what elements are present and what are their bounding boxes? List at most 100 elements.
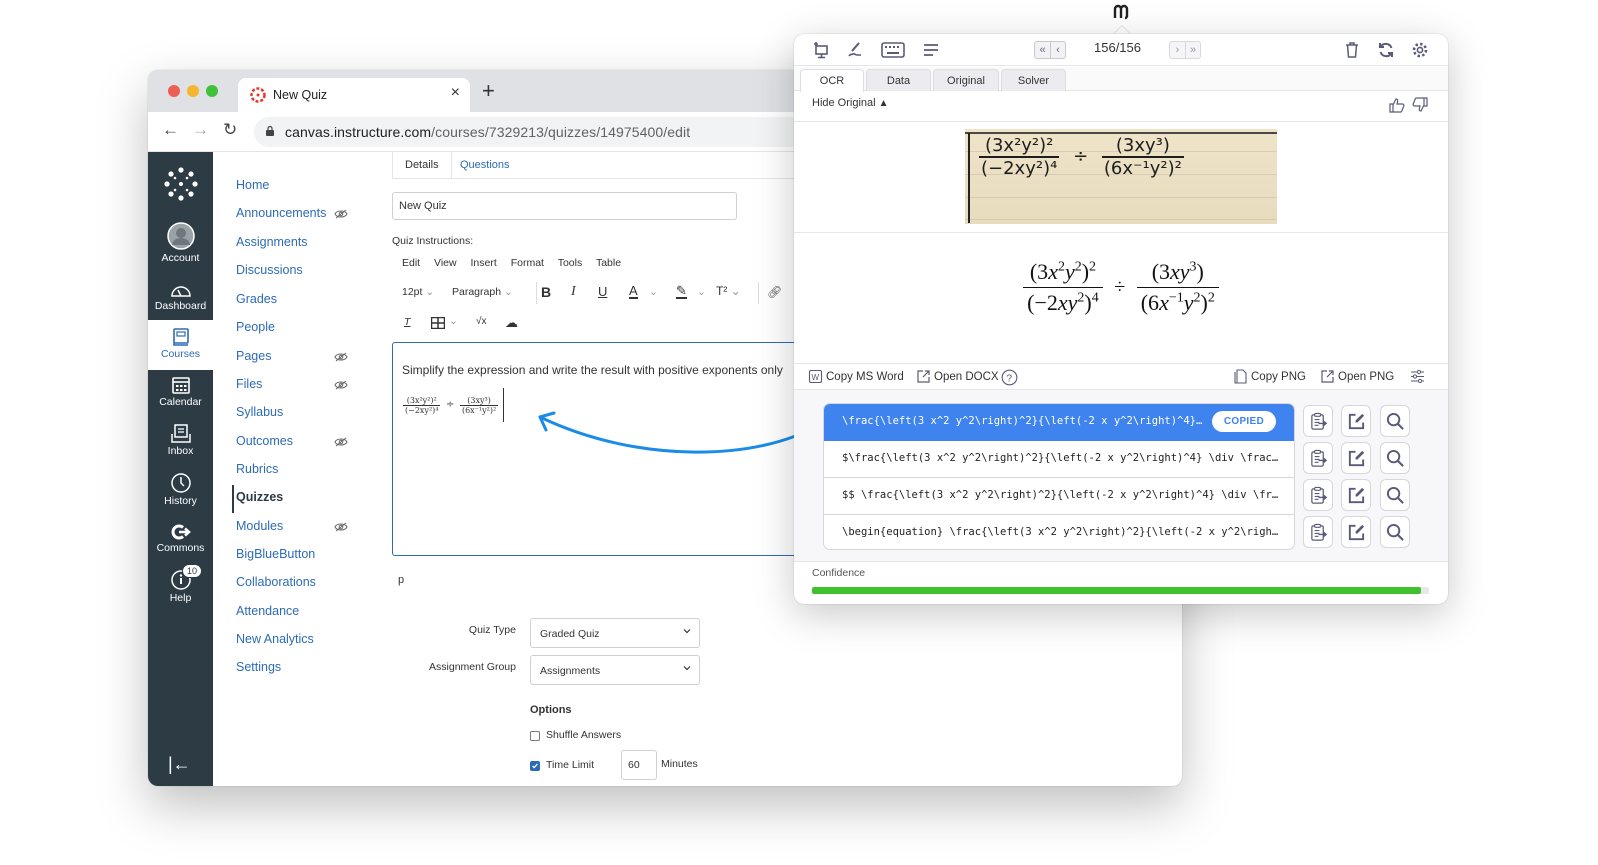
tab-questions[interactable]: Questions (448, 152, 522, 179)
edit-button[interactable] (1341, 516, 1371, 548)
underline-icon[interactable]: U (598, 284, 607, 299)
global-nav-inbox[interactable]: Inbox (148, 424, 213, 457)
course-nav-item[interactable]: People (236, 320, 275, 334)
menu-tools[interactable]: Tools (558, 257, 583, 269)
handwriting-pen-icon[interactable] (846, 41, 864, 59)
assignment-group-select[interactable]: Assignments (530, 655, 700, 685)
highlight-icon[interactable]: ✎ (676, 284, 687, 299)
block-format-select[interactable]: Paragraph ⌄ (452, 286, 513, 298)
keyboard-icon[interactable] (881, 41, 905, 59)
menu-table[interactable]: Table (596, 257, 621, 269)
course-nav-item[interactable]: Announcements (236, 206, 326, 220)
new-tab-button[interactable]: + (482, 80, 495, 102)
clear-formatting-icon[interactable]: T (404, 316, 410, 328)
thumbs-up-icon[interactable] (1389, 97, 1405, 113)
format-settings-button[interactable] (1410, 369, 1425, 384)
hide-original-toggle[interactable]: Hide Original ▲ (812, 97, 889, 109)
global-nav-account[interactable]: Account (148, 222, 213, 264)
edit-button[interactable] (1341, 442, 1371, 474)
time-limit-input[interactable] (621, 750, 657, 780)
collapse-nav-icon[interactable]: |← (168, 754, 191, 775)
course-nav-item[interactable]: Settings (236, 660, 281, 674)
global-nav-commons[interactable]: Commons (148, 524, 213, 554)
forward-arrow-icon[interactable]: → (192, 120, 209, 140)
canvas-logo-icon[interactable] (163, 166, 199, 202)
course-nav-item[interactable]: Rubrics (236, 462, 278, 476)
menu-edit[interactable]: Edit (402, 257, 420, 269)
close-window-button[interactable] (168, 85, 180, 97)
open-png-button[interactable]: Open PNG (1320, 369, 1394, 384)
shuffle-answers-checkbox[interactable] (530, 731, 540, 741)
thumbs-down-icon[interactable] (1412, 97, 1428, 113)
tab-details[interactable]: Details (392, 152, 452, 179)
quiz-type-select[interactable]: Graded Quiz (530, 618, 700, 648)
global-nav-courses[interactable]: Courses (148, 320, 213, 370)
table-icon[interactable] (431, 317, 445, 329)
quiz-title-input[interactable] (392, 192, 737, 220)
gear-icon[interactable] (1411, 41, 1429, 59)
tab-solver[interactable]: Solver (1001, 69, 1066, 91)
open-docx-button[interactable]: Open DOCX (916, 369, 999, 384)
bold-icon[interactable]: B (541, 284, 551, 300)
course-nav-item[interactable]: Collaborations (236, 575, 316, 589)
tab-close-icon[interactable]: × (451, 84, 460, 102)
highlight-dropdown-icon[interactable]: ⌄ (697, 286, 706, 298)
course-nav-item[interactable]: Outcomes (236, 434, 293, 448)
copy-to-clipboard-button[interactable] (1303, 479, 1333, 511)
list-icon[interactable] (922, 41, 940, 59)
course-nav-item[interactable]: Home (236, 178, 269, 192)
menu-insert[interactable]: Insert (471, 257, 497, 269)
copy-png-button[interactable]: Copy PNG (1233, 369, 1306, 384)
course-nav-item[interactable]: Pages (236, 349, 271, 363)
mathpix-logo-icon[interactable] (1112, 3, 1130, 21)
course-nav-item[interactable]: New Analytics (236, 632, 314, 646)
latex-result-item[interactable]: $$ \frac{\left(3 x^2 y^2\right)^2}{\left… (824, 478, 1294, 515)
course-nav-item[interactable]: Discussions (236, 263, 303, 277)
italic-icon[interactable]: I (571, 284, 576, 300)
search-button[interactable] (1380, 516, 1410, 548)
minimize-window-button[interactable] (187, 85, 199, 97)
search-button[interactable] (1380, 479, 1410, 511)
copy-to-clipboard-button[interactable] (1303, 516, 1333, 548)
refresh-icon[interactable] (1377, 41, 1395, 59)
latex-result-item[interactable]: \begin{equation} \frac{\left(3 x^2 y^2\r… (824, 515, 1294, 549)
text-color-icon[interactable]: A (629, 284, 638, 299)
text-color-dropdown-icon[interactable]: ⌄ (649, 286, 658, 298)
global-nav-dashboard[interactable]: Dashboard (148, 280, 213, 312)
reload-icon[interactable]: ↻ (223, 120, 237, 140)
editor-math-expression[interactable]: (3x²y²)² (−2xy²)⁴ ÷ (3xy³) (6x⁻¹y²)² (403, 388, 504, 422)
copy-to-clipboard-button[interactable] (1303, 405, 1333, 437)
table-dropdown-icon[interactable]: ⌄ (449, 315, 458, 327)
prev-page-icon[interactable]: ‹ (1050, 42, 1065, 58)
last-page-icon[interactable]: » (1185, 42, 1200, 58)
maximize-window-button[interactable] (206, 85, 218, 97)
search-button[interactable] (1380, 442, 1410, 474)
copy-ms-word-button[interactable]: W Copy MS Word (808, 369, 904, 384)
help-button[interactable]: ? (1001, 369, 1018, 386)
course-nav-item[interactable]: Attendance (236, 604, 299, 618)
menu-view[interactable]: View (434, 257, 457, 269)
superscript-icon[interactable]: T² ⌄ (716, 284, 741, 298)
copy-to-clipboard-button[interactable] (1303, 442, 1333, 474)
edit-button[interactable] (1341, 479, 1371, 511)
course-nav-item[interactable]: Assignments (236, 235, 308, 249)
global-nav-calendar[interactable]: Calendar (148, 376, 213, 408)
next-page-icon[interactable]: › (1170, 42, 1185, 58)
browser-tab[interactable]: New Quiz × (238, 78, 470, 112)
time-limit-checkbox[interactable] (530, 761, 540, 771)
course-nav-item[interactable]: Quizzes (236, 490, 283, 504)
latex-result-item[interactable]: $\frac{\left(3 x^2 y^2\right)^2}{\left(-… (824, 441, 1294, 478)
edit-button[interactable] (1341, 405, 1371, 437)
course-nav-item[interactable]: BigBlueButton (236, 547, 315, 561)
trash-icon[interactable] (1343, 41, 1361, 59)
tab-ocr[interactable]: OCR (800, 69, 864, 92)
menu-format[interactable]: Format (511, 257, 544, 269)
global-nav-help[interactable]: 10 Help (148, 564, 213, 604)
back-arrow-icon[interactable]: ← (162, 120, 179, 140)
screenshot-crop-icon[interactable] (812, 41, 830, 59)
font-size-select[interactable]: 12pt ⌄ (402, 286, 434, 298)
course-nav-item[interactable]: Grades (236, 292, 277, 306)
link-icon[interactable]: 🔗︎ (767, 285, 782, 299)
course-nav-item[interactable]: Modules (236, 519, 283, 533)
course-nav-item[interactable]: Syllabus (236, 405, 283, 419)
